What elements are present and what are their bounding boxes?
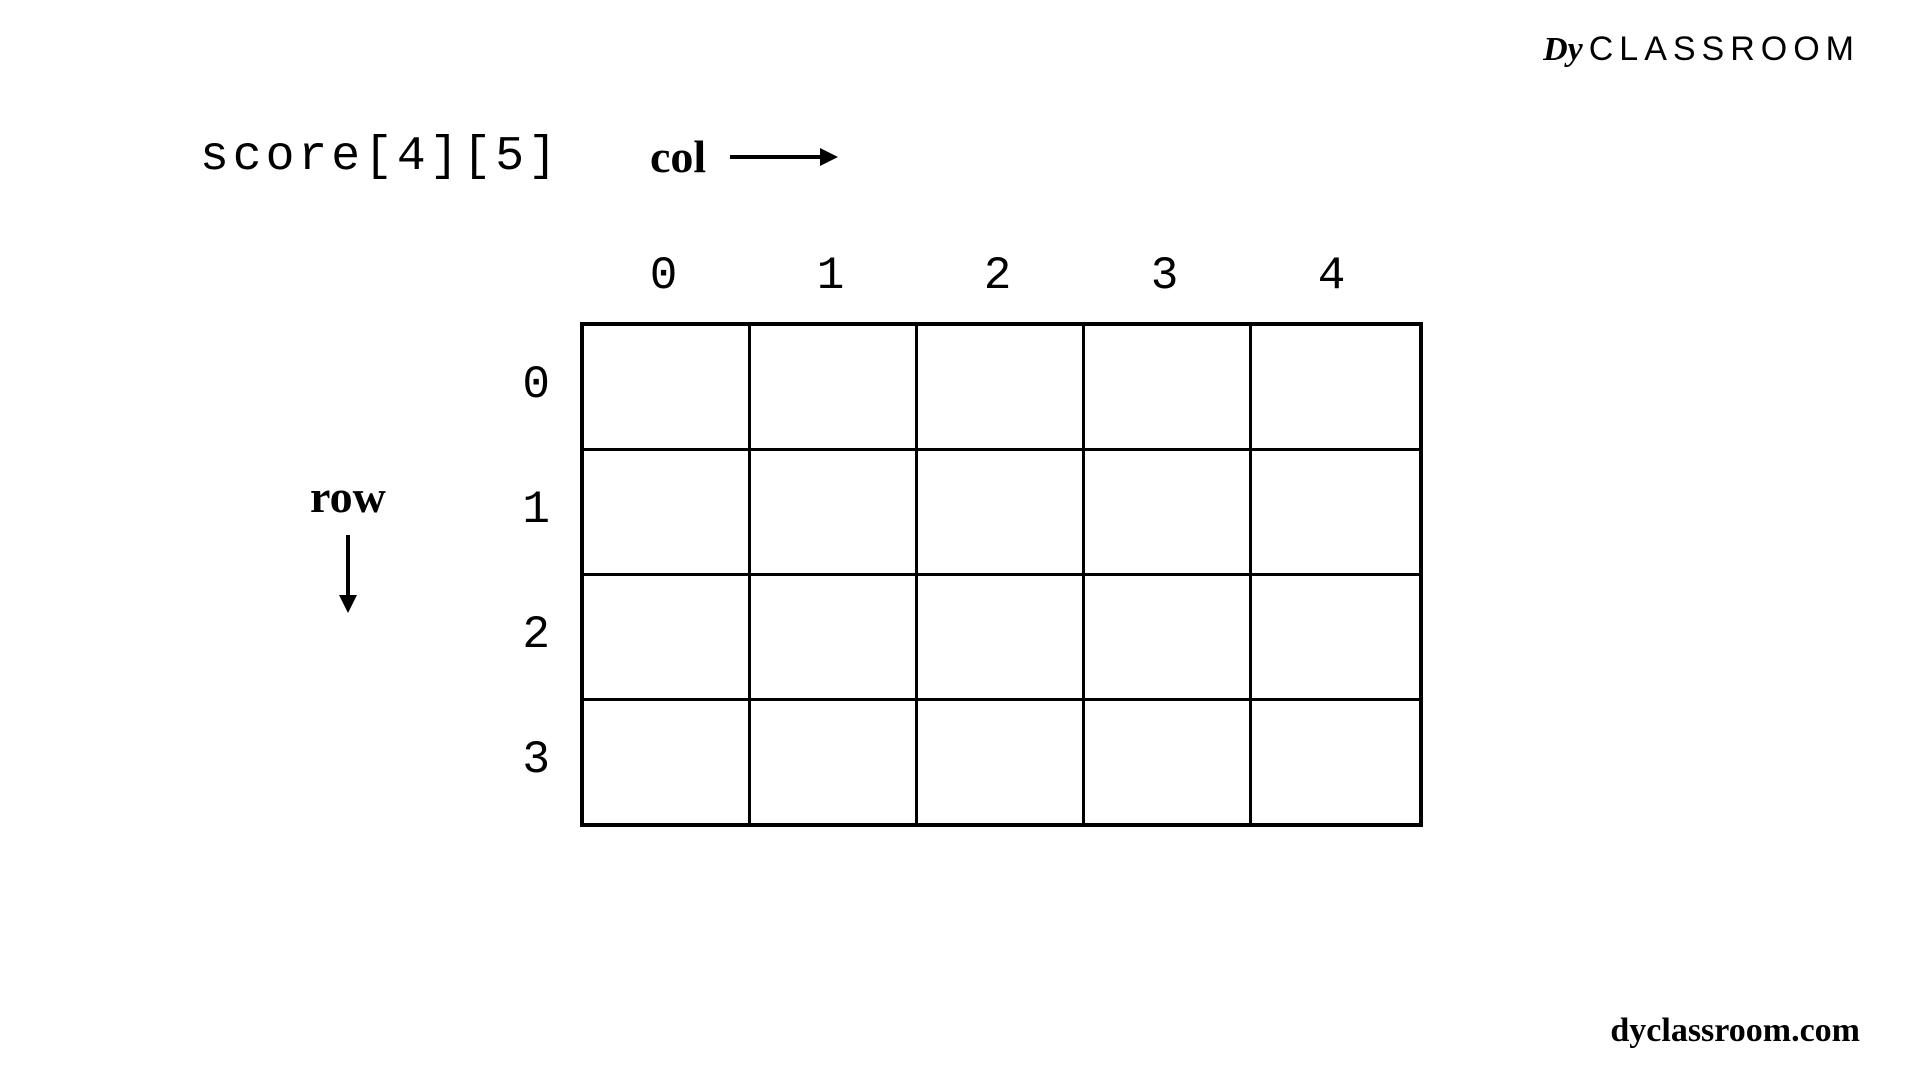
row-header: 3	[500, 697, 580, 822]
cell	[1085, 701, 1252, 823]
col-label-text: col	[650, 130, 706, 183]
cell	[1252, 326, 1419, 448]
cell	[584, 576, 751, 698]
cell	[751, 326, 918, 448]
cell	[1085, 576, 1252, 698]
row-header: 1	[500, 447, 580, 572]
row-headers-col: 0 1 2 3	[500, 322, 580, 827]
grid-row	[584, 326, 1419, 451]
cell	[751, 701, 918, 823]
cell	[584, 326, 751, 448]
column-headers-row: 0 1 2 3 4	[580, 250, 1423, 322]
row-header: 2	[500, 572, 580, 697]
grid-row	[584, 701, 1419, 823]
grid-cells	[580, 322, 1423, 827]
row-axis-label: row	[310, 470, 386, 613]
cell	[751, 576, 918, 698]
grid-row	[584, 451, 1419, 576]
cell	[751, 451, 918, 573]
footer-url: dyclassroom.com	[1610, 1012, 1860, 1050]
row-header: 0	[500, 322, 580, 447]
col-header: 4	[1248, 250, 1415, 322]
cell	[1252, 701, 1419, 823]
cell	[918, 576, 1085, 698]
array-declaration: score[4][5]	[200, 130, 561, 184]
array-grid: 0 1 2 3 4 0 1 2 3	[500, 250, 1423, 827]
cell	[1085, 326, 1252, 448]
arrow-down-icon	[333, 533, 363, 613]
logo-icon: Dy	[1543, 31, 1583, 69]
cell	[584, 451, 751, 573]
grid-row	[584, 576, 1419, 701]
col-header: 3	[1081, 250, 1248, 322]
cell	[1252, 576, 1419, 698]
col-header: 0	[580, 250, 747, 322]
col-header: 2	[914, 250, 1081, 322]
grid-body: 0 1 2 3	[500, 322, 1423, 827]
cell	[918, 326, 1085, 448]
cell	[1252, 451, 1419, 573]
col-header: 1	[747, 250, 914, 322]
row-label-text: row	[310, 470, 386, 523]
brand-logo: Dy CLASSROOM	[1543, 30, 1860, 69]
cell	[918, 701, 1085, 823]
arrow-right-icon	[728, 142, 838, 172]
cell	[584, 701, 751, 823]
cell	[1085, 451, 1252, 573]
logo-text: CLASSROOM	[1589, 30, 1860, 69]
cell	[918, 451, 1085, 573]
col-axis-label: col	[650, 130, 838, 183]
